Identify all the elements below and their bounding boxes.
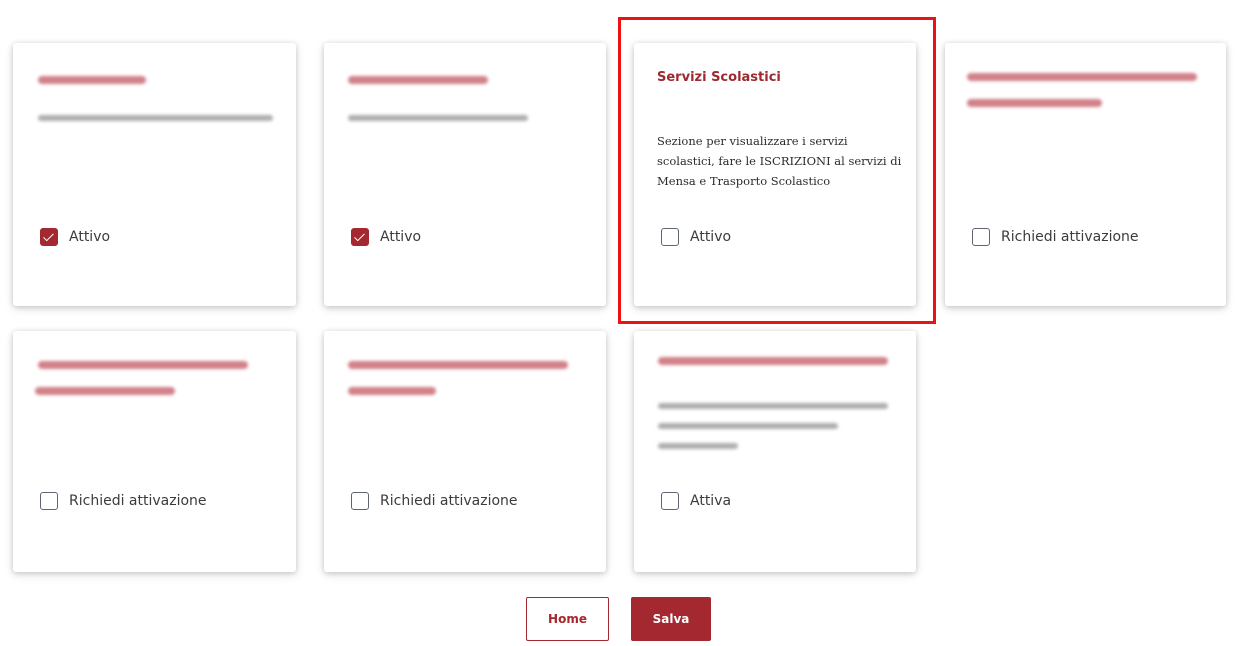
redacted-title — [38, 76, 146, 84]
request-activation-row[interactable]: Richiedi attivazione — [40, 492, 207, 510]
checkbox-label: Attivo — [690, 229, 732, 245]
home-button[interactable]: Home — [526, 597, 609, 641]
redacted-description — [658, 403, 888, 409]
checkbox-label: Richiedi attivazione — [69, 493, 207, 509]
check-icon[interactable] — [351, 228, 369, 246]
checkbox-label: Attivo — [69, 229, 111, 245]
service-card-2: Attivo — [324, 43, 606, 306]
redacted-title-line-2 — [348, 387, 436, 395]
checkbox-label: Richiedi attivazione — [380, 493, 518, 509]
redacted-description-line-2 — [658, 423, 838, 429]
checkbox[interactable] — [661, 492, 679, 510]
redacted-description-line-3 — [658, 443, 738, 449]
redacted-title — [348, 76, 488, 84]
service-card-4: Richiedi attivazione — [945, 43, 1226, 306]
checkbox[interactable] — [661, 228, 679, 246]
services-page: Attivo Attivo Servizi Scolastici Sezione… — [0, 0, 1249, 646]
checkbox[interactable] — [351, 492, 369, 510]
redacted-title — [967, 73, 1197, 81]
service-card-servizi-scolastici: Servizi Scolastici Sezione per visualizz… — [634, 43, 916, 306]
redacted-title-line-2 — [35, 387, 175, 395]
active-checkbox-row[interactable]: Attivo — [351, 228, 421, 246]
active-checkbox-row[interactable]: Attivo — [40, 228, 110, 246]
request-activation-row[interactable]: Richiedi attivazione — [351, 492, 518, 510]
service-card-1: Attivo — [13, 43, 296, 306]
service-card-5: Richiedi attivazione — [13, 331, 296, 572]
checkbox[interactable] — [40, 492, 58, 510]
service-card-7: Attiva — [634, 331, 916, 572]
redacted-title — [348, 361, 568, 369]
service-card-6: Richiedi attivazione — [324, 331, 606, 572]
redacted-description — [348, 115, 528, 121]
card-title: Servizi Scolastici — [657, 70, 781, 85]
checkbox-label: Attiva — [690, 493, 732, 509]
check-icon[interactable] — [40, 228, 58, 246]
checkbox-label: Attivo — [380, 229, 422, 245]
redacted-title — [658, 357, 888, 365]
request-activation-row[interactable]: Richiedi attivazione — [972, 228, 1139, 246]
redacted-title — [38, 361, 248, 369]
card-description: Sezione per visualizzare i servizi scola… — [657, 134, 902, 188]
redacted-description — [38, 115, 273, 121]
checkbox-label: Richiedi attivazione — [1001, 229, 1139, 245]
save-button[interactable]: Salva — [631, 597, 711, 641]
checkbox[interactable] — [972, 228, 990, 246]
activate-checkbox-row[interactable]: Attiva — [661, 492, 731, 510]
redacted-title-line-2 — [967, 99, 1102, 107]
active-checkbox-row[interactable]: Attivo — [661, 228, 731, 246]
